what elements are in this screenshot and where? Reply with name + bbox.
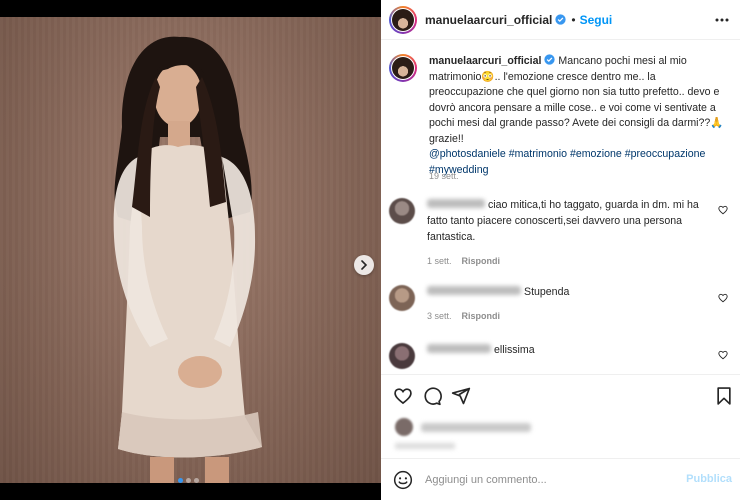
smiley-icon[interactable] xyxy=(393,470,413,490)
avatar[interactable] xyxy=(389,343,415,369)
post-caption: manuelaarcuri_official Mancano pochi mes… xyxy=(389,54,729,178)
more-options-button[interactable] xyxy=(714,12,730,28)
mention-link[interactable]: @photosdaniele xyxy=(429,148,506,160)
avatar[interactable] xyxy=(389,54,417,82)
hashtag-link[interactable]: #matrimonio xyxy=(509,148,567,160)
post-photo[interactable] xyxy=(0,17,381,483)
carousel-indicator xyxy=(178,478,199,483)
heart-icon[interactable] xyxy=(393,386,413,406)
hashtag-link[interactable]: #preoccupazione xyxy=(625,148,706,160)
next-photo-button[interactable] xyxy=(354,255,374,275)
heart-icon[interactable] xyxy=(718,293,728,303)
more-horizontal-icon xyxy=(715,18,729,22)
hashtag-link[interactable]: #emozione xyxy=(570,148,622,160)
likes-summary-blurred[interactable] xyxy=(395,418,531,436)
list-item: ellissima xyxy=(389,342,734,369)
separator-dot: • xyxy=(571,12,576,27)
comments-scroll-area[interactable]: manuelaarcuri_official Mancano pochi mes… xyxy=(381,41,740,374)
chevron-right-icon xyxy=(361,260,368,270)
commenter-username-blurred[interactable] xyxy=(427,199,485,208)
add-comment-bar: Pubblica xyxy=(381,458,740,500)
comment-text: Stupenda xyxy=(524,286,570,298)
post-header: manuelaarcuri_official • Segui xyxy=(381,0,740,40)
heart-icon[interactable] xyxy=(718,350,728,360)
post-modal: manuelaarcuri_official • Segui manuelaar… xyxy=(0,0,740,500)
caption-emoji-2: 🙏 xyxy=(710,117,724,129)
commenter-username-blurred[interactable] xyxy=(427,344,491,353)
publish-button[interactable]: Pubblica xyxy=(686,473,732,485)
list-item: ciao mitica,ti ho taggato, guarda in dm.… xyxy=(389,197,734,269)
carousel-dot-active xyxy=(178,478,183,483)
avatar[interactable] xyxy=(389,5,417,34)
verified-badge-icon xyxy=(544,54,556,65)
avatar[interactable] xyxy=(389,198,415,224)
reply-button[interactable]: Rispondi xyxy=(462,253,501,269)
carousel-dot xyxy=(194,478,199,483)
woman-in-dress-illustration xyxy=(113,36,262,483)
caption-text: manuelaarcuri_official Mancano pochi mes… xyxy=(429,54,729,178)
caption-body-3: grazie!! xyxy=(429,132,464,145)
action-bar xyxy=(381,374,740,458)
list-item: Stupenda 3 sett. Rispondi xyxy=(389,284,734,324)
post-side-panel: manuelaarcuri_official • Segui manuelaar… xyxy=(381,0,740,500)
heart-icon[interactable] xyxy=(718,205,728,215)
caption-username[interactable]: manuelaarcuri_official xyxy=(429,55,541,67)
likes-text-blurred xyxy=(421,422,531,432)
carousel-dot xyxy=(186,478,191,483)
comment-timestamp[interactable]: 1 sett. xyxy=(427,253,452,269)
follow-button[interactable]: Segui xyxy=(580,13,613,27)
comment-text: ellissima xyxy=(494,344,535,356)
bookmark-icon[interactable] xyxy=(714,386,734,406)
post-date-blurred xyxy=(395,443,455,449)
comment-timestamp[interactable]: 3 sett. xyxy=(427,308,452,324)
caption-timestamp[interactable]: 19 sett. xyxy=(429,171,459,181)
reply-button[interactable]: Rispondi xyxy=(462,308,501,324)
caption-emoji-1: 😳 xyxy=(481,70,495,83)
header-username[interactable]: manuelaarcuri_official xyxy=(425,13,552,27)
avatar xyxy=(395,418,413,436)
verified-badge-icon xyxy=(555,14,567,25)
commenter-username-blurred[interactable] xyxy=(427,286,521,295)
avatar[interactable] xyxy=(389,285,415,311)
comment-bubble-icon[interactable] xyxy=(422,386,442,406)
paper-plane-icon[interactable] xyxy=(451,386,471,406)
comment-input[interactable] xyxy=(425,473,675,486)
